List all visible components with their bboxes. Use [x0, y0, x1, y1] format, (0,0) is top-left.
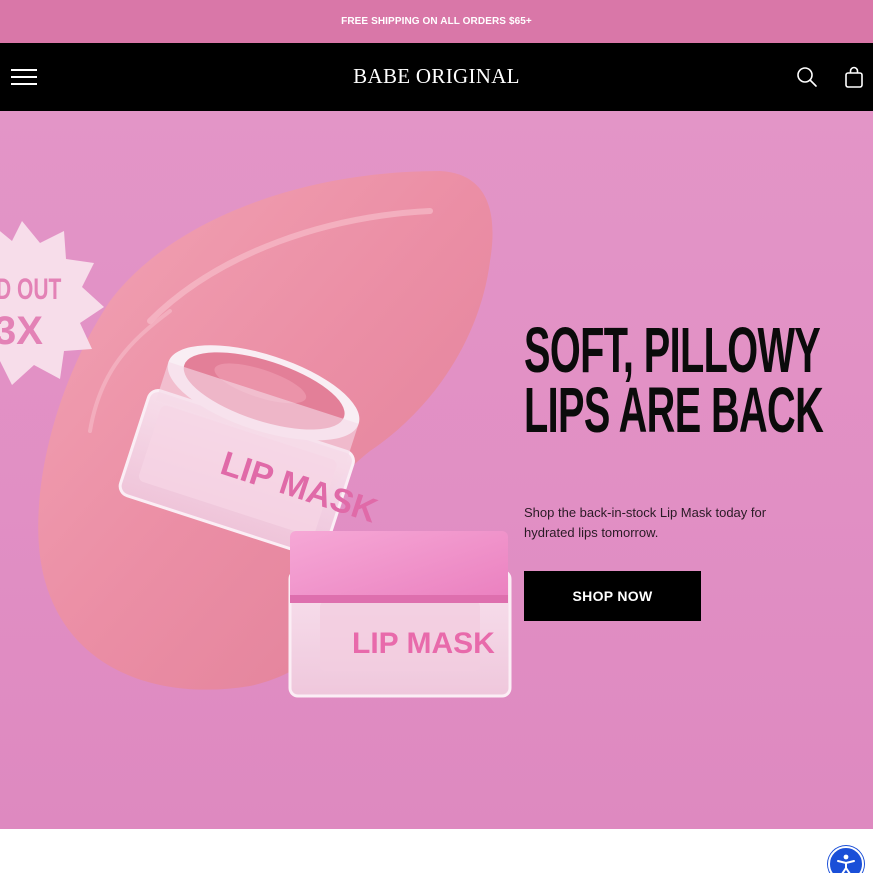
hero-subtext: Shop the back-in-stock Lip Mask today fo…	[524, 505, 767, 540]
hero-banner: LIP MASK LIP MASK D OUT 3X SOFT, PILLOWY…	[0, 111, 873, 829]
hero-headline: SOFT, PILLOWY LIPS ARE BACK	[524, 314, 824, 446]
site-logo[interactable]: BABE ORIGINAL	[0, 64, 873, 89]
accessibility-icon[interactable]	[828, 846, 864, 873]
site-header: BABE ORIGINAL	[0, 43, 873, 111]
jar-label-bottom: LIP MASK	[352, 627, 495, 660]
headline-line-1: SOFT, PILLOWY	[524, 314, 821, 386]
announcement-text: FREE SHIPPING ON ALL ORDERS $65+	[341, 16, 532, 27]
announcement-bar: FREE SHIPPING ON ALL ORDERS $65+	[0, 0, 873, 43]
shop-now-button[interactable]: SHOP NOW	[524, 571, 701, 621]
search-icon[interactable]	[795, 65, 819, 89]
headline-line-2: LIPS ARE BACK	[524, 374, 824, 446]
cart-icon[interactable]	[842, 65, 866, 89]
hero-image: LIP MASK LIP MASK	[0, 171, 512, 698]
page: FREE SHIPPING ON ALL ORDERS $65+ BABE OR…	[0, 0, 873, 873]
